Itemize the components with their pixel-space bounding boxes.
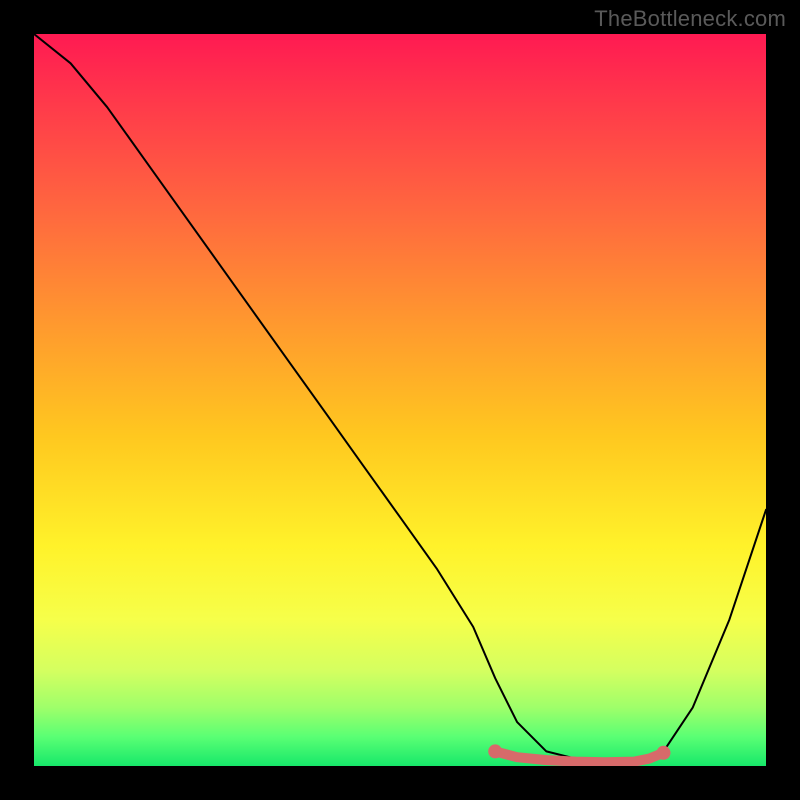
optimal-region-line [495, 751, 663, 762]
optimal-start-dot [488, 744, 502, 758]
chart-frame: TheBottleneck.com [0, 0, 800, 800]
optimal-end-dot [657, 746, 671, 760]
optimal-region-markers [488, 744, 670, 762]
curve-layer [34, 34, 766, 766]
bottleneck-curve [34, 34, 766, 762]
plot-area [34, 34, 766, 766]
watermark-text: TheBottleneck.com [594, 6, 786, 32]
